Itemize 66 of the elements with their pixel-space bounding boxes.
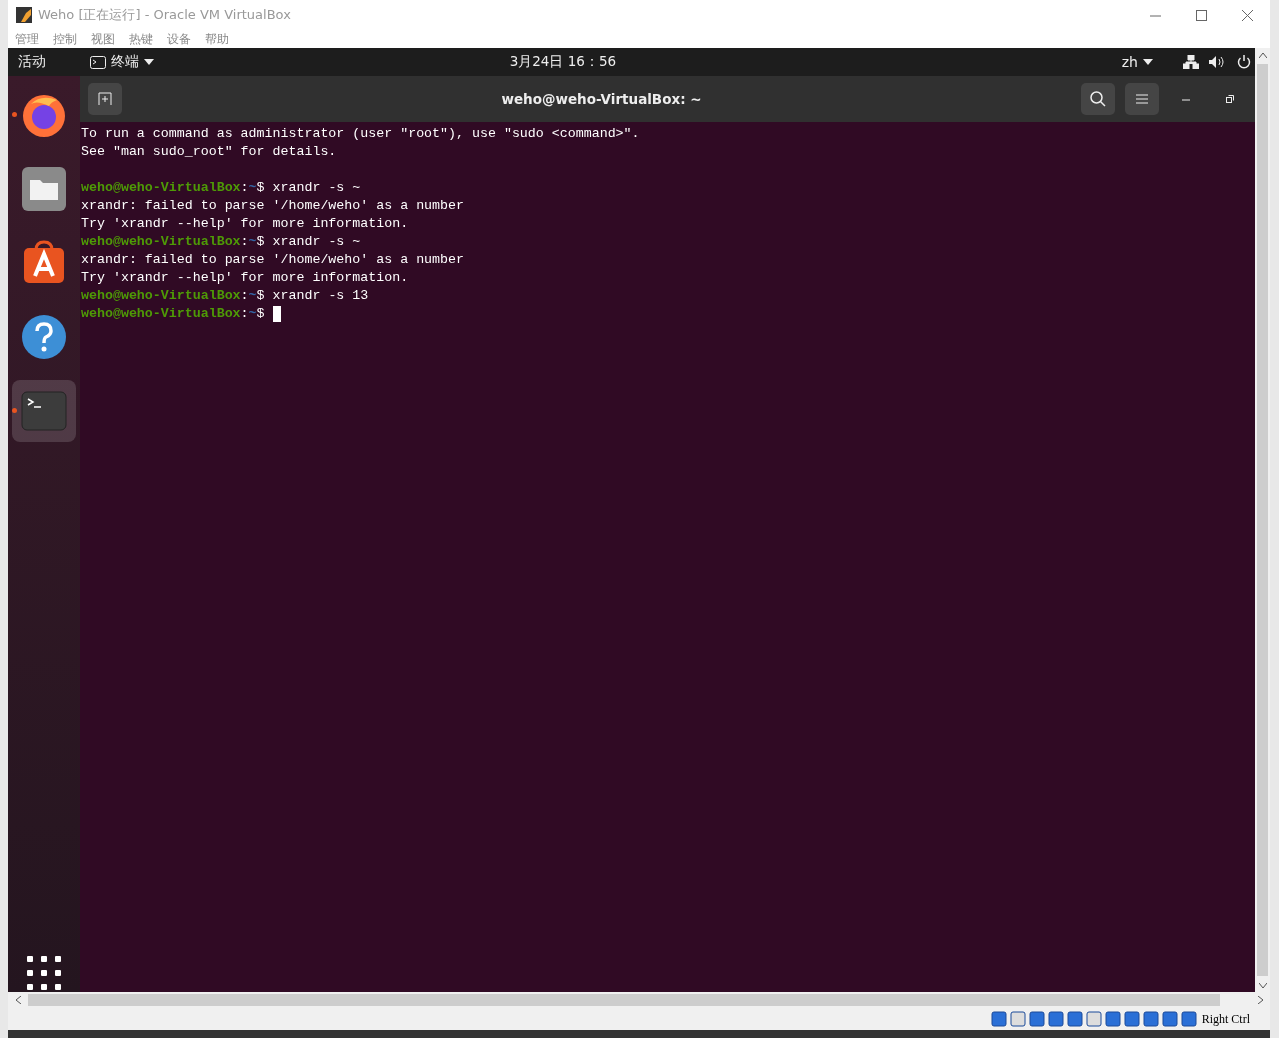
maximize-icon	[1195, 9, 1207, 21]
firefox-icon	[21, 92, 67, 138]
prompt-path: ~	[248, 179, 257, 197]
prompt-sign: $	[256, 305, 265, 323]
terminal-output: Try 'xrandr --help' for more information.	[81, 215, 409, 233]
menu-item[interactable]: 管理	[8, 30, 46, 48]
prompt-path: ~	[248, 305, 257, 323]
minimize-icon	[1182, 97, 1190, 101]
app-grid-button[interactable]	[27, 956, 61, 990]
restore-icon	[1226, 95, 1234, 103]
terminal-command: xrandr -s 13	[272, 287, 369, 305]
menu-button[interactable]	[1125, 83, 1159, 115]
activities-button[interactable]: 活动	[8, 48, 80, 76]
caret-icon	[144, 59, 154, 65]
terminal-output: See "man sudo_root" for details.	[81, 143, 337, 161]
scrollbar-thumb[interactable]	[1257, 64, 1268, 976]
prompt-user: weho@weho-VirtualBox	[81, 305, 241, 323]
prompt-sign: $	[256, 179, 265, 197]
menu-icon	[1136, 94, 1148, 104]
terminal-title: weho@weho-VirtualBox: ~	[500, 91, 703, 107]
terminal-command: xrandr -s ~	[272, 179, 361, 197]
prompt-user: weho@weho-VirtualBox	[81, 287, 241, 305]
menu-item[interactable]: 控制	[46, 30, 84, 48]
power-icon[interactable]	[1237, 55, 1251, 69]
prompt-separator: :	[240, 287, 249, 305]
shopping-bag-icon	[21, 240, 67, 286]
prompt-sign: $	[256, 287, 265, 305]
input-method-menu[interactable]: zh	[1111, 48, 1163, 76]
menu-item[interactable]: 视图	[84, 30, 122, 48]
menu-item[interactable]: 帮助	[198, 30, 236, 48]
prompt-sign: $	[256, 233, 265, 251]
prompt-separator: :	[240, 233, 249, 251]
prompt-user: weho@weho-VirtualBox	[81, 179, 241, 197]
close-icon	[1241, 9, 1253, 21]
terminal-output: xrandr: failed to parse '/home/weho' as a number	[81, 197, 464, 215]
menu-item[interactable]: 设备	[160, 30, 198, 48]
app-menu[interactable]: 终端	[80, 48, 164, 76]
help-icon	[21, 314, 67, 360]
app-logo-icon	[16, 7, 32, 23]
terminal-output: To run a command as administrator (user "root"), use "sudo <command>".	[81, 125, 640, 143]
prompt-separator: :	[240, 305, 249, 323]
terminal-command: xrandr -s ~	[272, 233, 361, 251]
volume-icon[interactable]	[1209, 55, 1225, 69]
chevron-up-icon	[1258, 52, 1267, 58]
prompt-path: ~	[248, 287, 257, 305]
chevron-right-icon	[1257, 996, 1263, 1004]
search-icon	[1090, 91, 1106, 107]
prompt-path: ~	[248, 233, 257, 251]
terminal-output: xrandr: failed to parse '/home/weho' as a number	[81, 251, 464, 269]
new-tab-button[interactable]	[88, 83, 122, 115]
terminal-output: Try 'xrandr --help' for more information.	[81, 269, 409, 287]
search-button[interactable]	[1081, 83, 1115, 115]
chevron-left-icon	[15, 996, 21, 1004]
terminal-icon	[21, 391, 67, 431]
caret-icon	[1143, 59, 1153, 65]
prompt-user: weho@weho-VirtualBox	[81, 233, 241, 251]
folder-icon	[21, 166, 67, 212]
clock[interactable]: 3月24日 16：56	[164, 53, 962, 71]
prompt-separator: :	[240, 179, 249, 197]
chevron-down-icon	[1258, 982, 1267, 988]
host-key-label: Right Ctrl	[1201, 1011, 1250, 1027]
scrollbar-thumb[interactable]	[28, 994, 1220, 1006]
window-title: Weho [正在运行] - Oracle VM VirtualBox	[38, 6, 292, 24]
menu-item[interactable]: 热键	[122, 30, 160, 48]
terminal-icon	[90, 55, 106, 69]
new-tab-icon	[98, 92, 112, 106]
